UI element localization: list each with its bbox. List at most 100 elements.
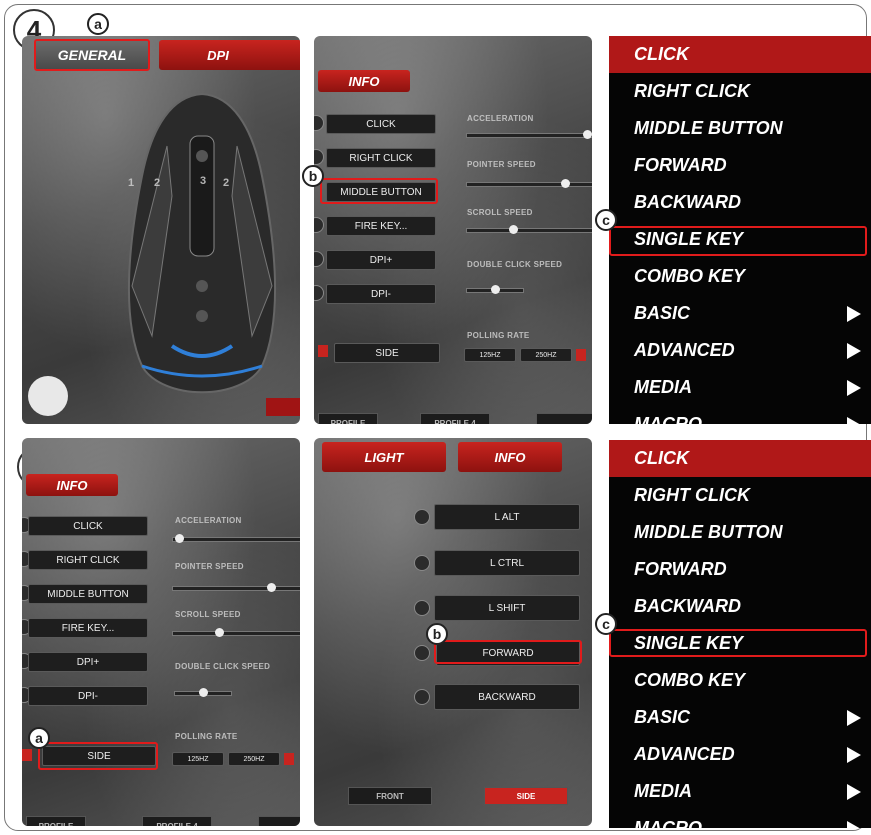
slider-knob[interactable] bbox=[561, 179, 570, 188]
key-l-alt[interactable]: L ALT bbox=[434, 504, 580, 530]
button-number-4 bbox=[314, 217, 324, 233]
setting-pointer-speed: POINTER SPEED bbox=[175, 562, 244, 571]
profile-4-tab[interactable]: PROFILE 4 bbox=[142, 816, 212, 826]
slider-knob[interactable] bbox=[491, 285, 500, 294]
menu-item-media-label: MEDIA bbox=[634, 377, 692, 397]
polling-125[interactable]: 125HZ bbox=[172, 752, 224, 766]
assign-dpi-plus[interactable]: DPI+ bbox=[28, 652, 148, 672]
menu-item-advanced-label: ADVANCED bbox=[634, 340, 735, 360]
menu-item-media-label: MEDIA bbox=[634, 781, 692, 801]
menu-item-forward[interactable]: FORWARD bbox=[609, 551, 871, 588]
menu-item-basic[interactable]: BASIC bbox=[609, 295, 871, 332]
menu-item-right-click[interactable]: RIGHT CLICK bbox=[609, 73, 871, 110]
button-number-1 bbox=[314, 115, 324, 131]
menu-item-macro-label: MACRO bbox=[634, 414, 702, 424]
tab-info[interactable]: INFO bbox=[318, 70, 410, 92]
assign-fire-key[interactable]: FIRE KEY... bbox=[28, 618, 148, 638]
tab-info-bottom[interactable]: INFO bbox=[26, 474, 118, 496]
slider-knob[interactable] bbox=[509, 225, 518, 234]
acceleration-slider[interactable] bbox=[172, 534, 300, 543]
submenu-arrow-icon bbox=[847, 305, 861, 322]
setting-double-click: DOUBLE CLICK SPEED bbox=[175, 662, 271, 671]
acceleration-slider[interactable] bbox=[466, 130, 592, 139]
highlight-side bbox=[38, 742, 158, 770]
tab-info-key[interactable]: INFO bbox=[458, 442, 562, 472]
submenu-arrow-icon bbox=[847, 783, 861, 800]
slider-knob[interactable] bbox=[267, 583, 276, 592]
key-backward[interactable]: BACKWARD bbox=[434, 684, 580, 710]
menu-item-backward[interactable]: BACKWARD bbox=[609, 184, 871, 221]
menu-item-click[interactable]: CLICK bbox=[609, 440, 871, 477]
submenu-arrow-icon bbox=[847, 379, 861, 396]
profile-tab-right[interactable] bbox=[536, 413, 592, 424]
assign-fire-key[interactable]: FIRE KEY... bbox=[326, 216, 436, 236]
profile-tab[interactable]: PROFILE bbox=[318, 413, 378, 424]
assign-right-click[interactable]: RIGHT CLICK bbox=[326, 148, 436, 168]
assign-click[interactable]: CLICK bbox=[28, 516, 148, 536]
key-l-shift[interactable]: L SHIFT bbox=[434, 595, 580, 621]
menu-item-forward[interactable]: FORWARD bbox=[609, 147, 871, 184]
footer-front[interactable]: FRONT bbox=[348, 787, 432, 805]
highlight-forward bbox=[434, 640, 582, 664]
pointer-speed-slider[interactable] bbox=[466, 179, 592, 188]
assign-right-click[interactable]: RIGHT CLICK bbox=[28, 550, 148, 570]
menu-item-backward[interactable]: BACKWARD bbox=[609, 588, 871, 625]
menu-item-combo-key[interactable]: COMBO KEY bbox=[609, 258, 871, 295]
key-number-icon bbox=[414, 600, 430, 616]
assign-dpi-plus[interactable]: DPI+ bbox=[326, 250, 436, 270]
menu-item-macro[interactable]: MACRO bbox=[609, 406, 871, 424]
slider-knob[interactable] bbox=[583, 130, 592, 139]
setting-pointer-speed: POINTER SPEED bbox=[467, 160, 536, 169]
scroll-speed-slider[interactable] bbox=[172, 628, 300, 637]
profile-tab-right[interactable] bbox=[258, 816, 300, 826]
slider-knob[interactable] bbox=[175, 534, 184, 543]
mouse-icon bbox=[128, 92, 276, 394]
assign-dpi-minus[interactable]: DPI- bbox=[28, 686, 148, 706]
tab-dpi[interactable]: DPI bbox=[159, 40, 277, 70]
polling-250[interactable]: 250HZ bbox=[520, 348, 572, 362]
assign-dpi-minus[interactable]: DPI- bbox=[326, 284, 436, 304]
menu-item-right-click[interactable]: RIGHT CLICK bbox=[609, 477, 871, 514]
tab-next[interactable] bbox=[269, 40, 300, 70]
pointer-speed-slider[interactable] bbox=[172, 583, 300, 592]
callout-b-top: b bbox=[302, 165, 324, 187]
setting-scroll-speed: SCROLL SPEED bbox=[175, 610, 241, 619]
setting-double-click: DOUBLE CLICK SPEED bbox=[467, 260, 563, 269]
menu-item-advanced[interactable]: ADVANCED bbox=[609, 736, 871, 773]
key-number-icon bbox=[414, 689, 430, 705]
menu-item-macro[interactable]: MACRO bbox=[609, 810, 871, 828]
footer-side[interactable]: SIDE bbox=[484, 787, 568, 805]
menu-item-middle-button[interactable]: MIDDLE BUTTON bbox=[609, 110, 871, 147]
polling-selected bbox=[284, 753, 294, 765]
polling-250[interactable]: 250HZ bbox=[228, 752, 280, 766]
setting-acceleration: ACCELERATION bbox=[175, 516, 242, 525]
tab-light[interactable]: LIGHT bbox=[322, 442, 446, 472]
menu-item-basic-label: BASIC bbox=[634, 303, 691, 323]
key-l-ctrl[interactable]: L CTRL bbox=[434, 550, 580, 576]
profile-4-tab[interactable]: PROFILE 4 bbox=[420, 413, 490, 424]
menu-item-middle-button[interactable]: MIDDLE BUTTON bbox=[609, 514, 871, 551]
callout-b-bottom: b bbox=[426, 623, 448, 645]
menu-item-click[interactable]: CLICK bbox=[609, 36, 871, 73]
side-indicator bbox=[22, 749, 32, 761]
submenu-arrow-icon bbox=[847, 746, 861, 763]
scroll-speed-slider[interactable] bbox=[466, 225, 592, 234]
button-number-5 bbox=[314, 251, 324, 267]
slider-knob[interactable] bbox=[199, 688, 208, 697]
menu-item-basic[interactable]: BASIC bbox=[609, 699, 871, 736]
double-click-slider[interactable] bbox=[466, 285, 524, 294]
menu-item-advanced[interactable]: ADVANCED bbox=[609, 332, 871, 369]
double-click-slider[interactable] bbox=[174, 688, 232, 697]
assign-middle-button[interactable]: MIDDLE BUTTON bbox=[28, 584, 148, 604]
red-button[interactable] bbox=[266, 398, 300, 416]
menu-item-media[interactable]: MEDIA bbox=[609, 773, 871, 810]
assign-side[interactable]: SIDE bbox=[334, 343, 440, 363]
polling-125[interactable]: 125HZ bbox=[464, 348, 516, 362]
logo-icon bbox=[28, 376, 68, 416]
slider-knob[interactable] bbox=[215, 628, 224, 637]
callout-c-bottom: c bbox=[595, 613, 617, 635]
assign-click[interactable]: CLICK bbox=[326, 114, 436, 134]
profile-tab[interactable]: PROFILE bbox=[26, 816, 86, 826]
menu-item-media[interactable]: MEDIA bbox=[609, 369, 871, 406]
menu-item-combo-key[interactable]: COMBO KEY bbox=[609, 662, 871, 699]
